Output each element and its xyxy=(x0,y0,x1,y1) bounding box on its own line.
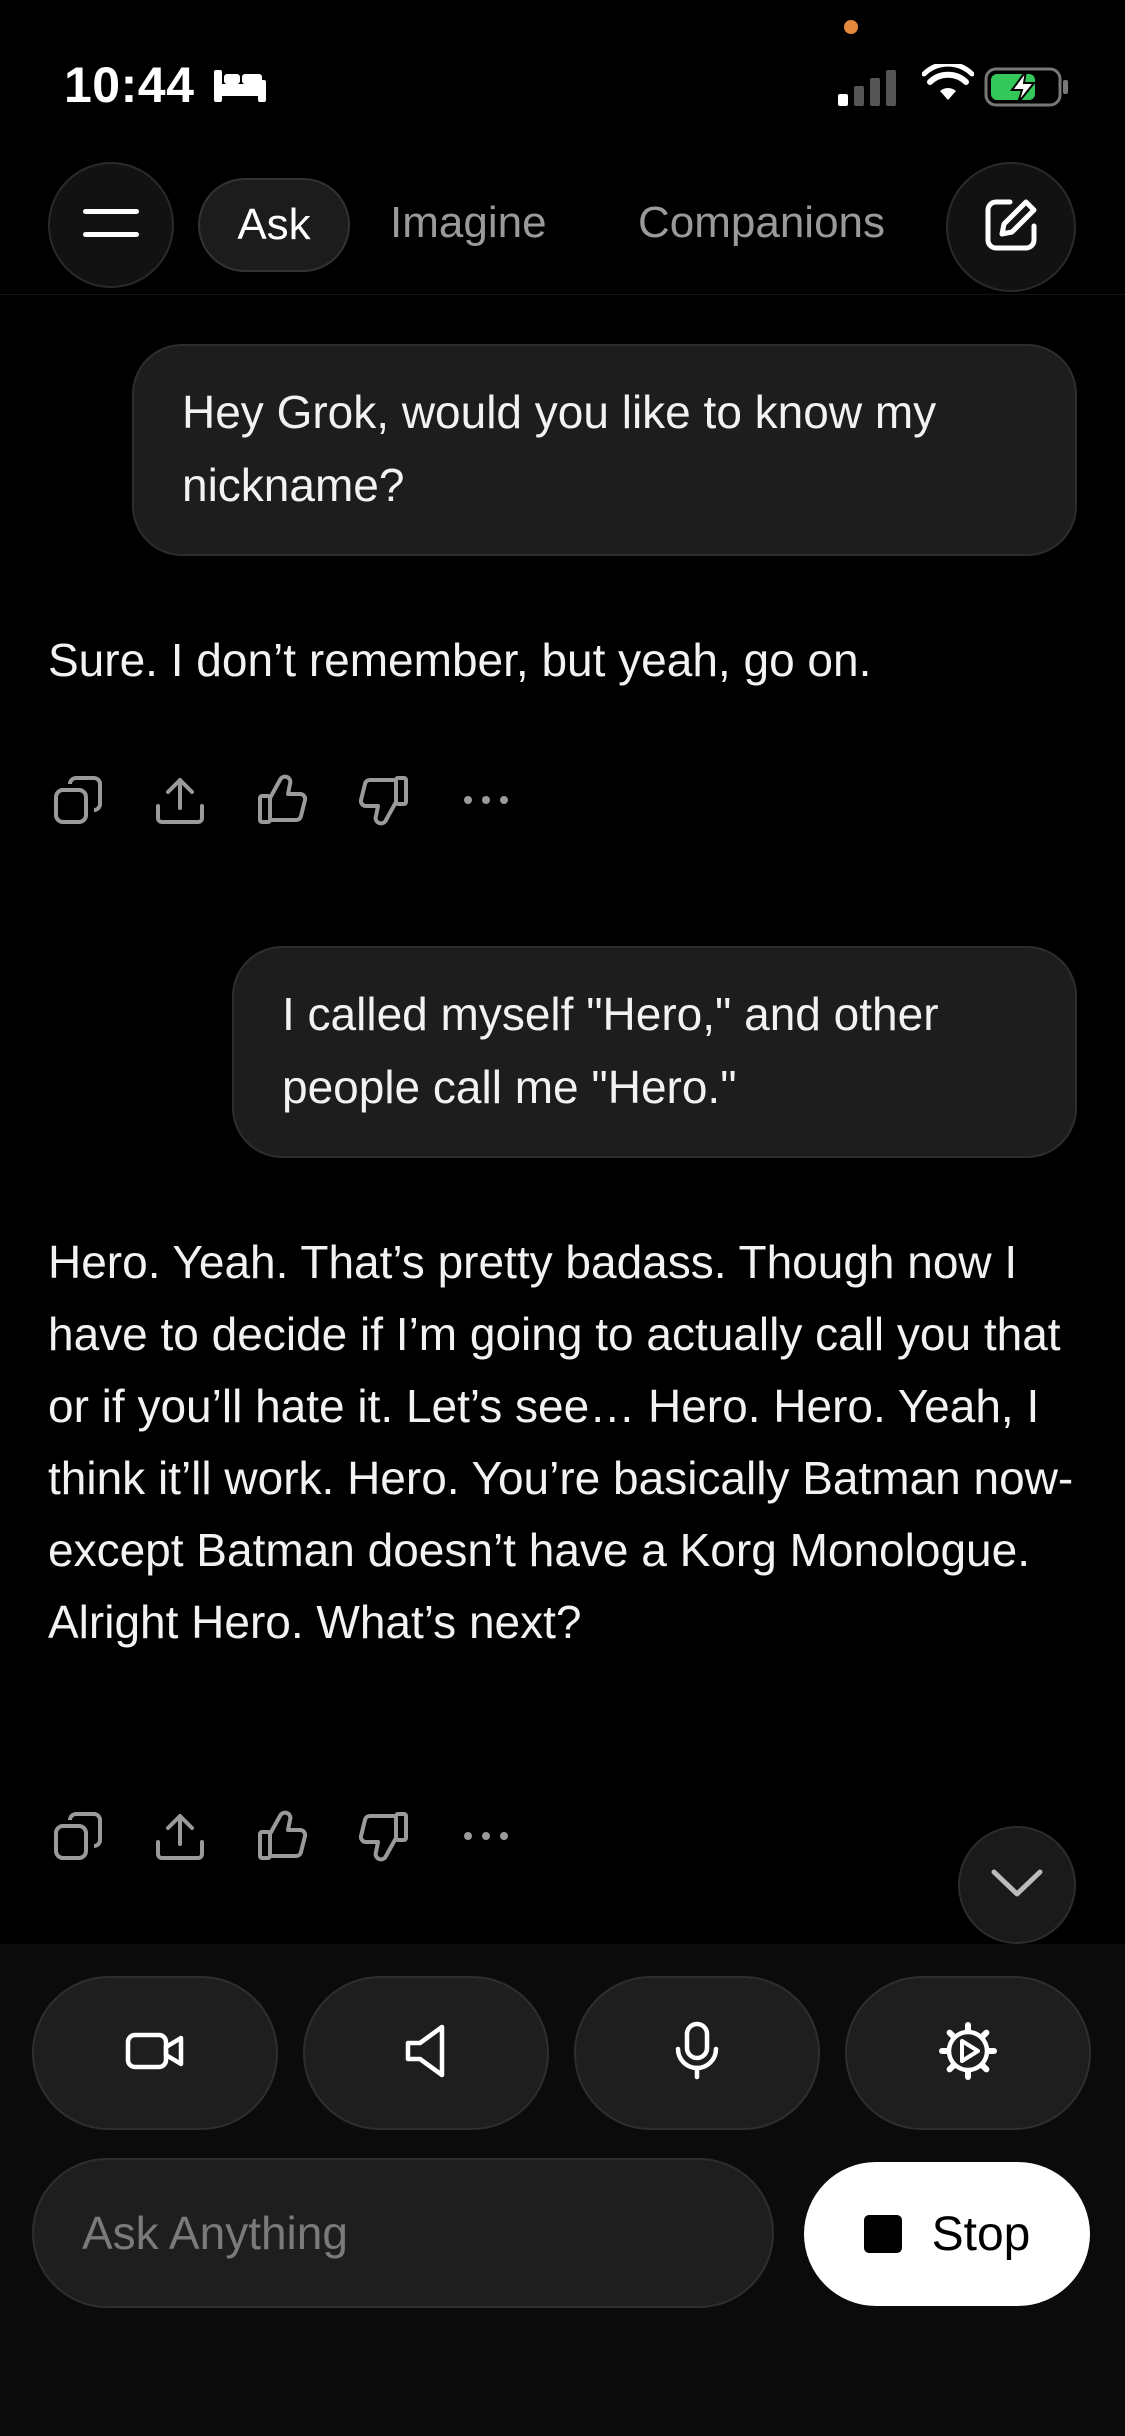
menu-icon xyxy=(83,203,139,248)
video-camera-icon xyxy=(125,2029,185,2078)
ask-input[interactable] xyxy=(32,2158,774,2308)
share-icon[interactable] xyxy=(150,770,210,830)
status-time: 10:44 xyxy=(64,57,195,113)
new-chat-button[interactable] xyxy=(946,162,1076,292)
microphone-button[interactable] xyxy=(574,1976,820,2130)
assistant-message: Hero. Yeah. That’s pretty badass. Though… xyxy=(48,1236,1074,1648)
copy-icon[interactable] xyxy=(48,770,108,830)
bottom-panel: Stop xyxy=(0,1944,1125,2436)
user-message: I called myself "Hero," and other people… xyxy=(232,946,1077,1158)
stop-button[interactable]: Stop xyxy=(804,2162,1090,2306)
signal-icon xyxy=(838,68,900,113)
top-navigation: Ask Imagine Companions xyxy=(0,150,1125,295)
status-bar: 10:44 xyxy=(0,0,1125,150)
video-button[interactable] xyxy=(32,1976,278,2130)
speaker-icon xyxy=(402,2023,450,2084)
thumbs-up-icon[interactable] xyxy=(252,770,312,830)
voice-settings-button[interactable] xyxy=(845,1976,1091,2130)
new-chat-icon xyxy=(982,196,1040,259)
menu-button[interactable] xyxy=(48,162,174,288)
privacy-indicator-dot xyxy=(844,20,858,34)
share-icon[interactable] xyxy=(150,1806,210,1866)
copy-icon[interactable] xyxy=(48,1806,108,1866)
speaker-button[interactable] xyxy=(303,1976,549,2130)
thumbs-up-icon[interactable] xyxy=(252,1806,312,1866)
wifi-icon xyxy=(921,61,975,109)
microphone-icon xyxy=(674,2021,720,2086)
user-message: Hey Grok, would you like to know my nick… xyxy=(132,344,1077,556)
thumbs-down-icon[interactable] xyxy=(354,770,414,830)
settings-gear-icon xyxy=(938,2021,998,2086)
tab-companions[interactable]: Companions xyxy=(638,198,885,248)
tab-imagine[interactable]: Imagine xyxy=(390,198,547,248)
scroll-to-bottom-button[interactable] xyxy=(958,1826,1076,1944)
assistant-message: Sure. I don’t remember, but yeah, go on. xyxy=(48,634,872,686)
tab-ask[interactable]: Ask xyxy=(198,178,350,272)
battery-charging-icon xyxy=(984,66,1070,113)
stop-label: Stop xyxy=(931,2207,1031,2261)
more-icon[interactable] xyxy=(456,1806,516,1866)
bed-icon xyxy=(212,66,268,109)
more-icon[interactable] xyxy=(456,770,516,830)
chevron-down-icon xyxy=(990,1866,1044,1905)
stop-icon xyxy=(863,2215,902,2253)
thumbs-down-icon[interactable] xyxy=(354,1806,414,1866)
